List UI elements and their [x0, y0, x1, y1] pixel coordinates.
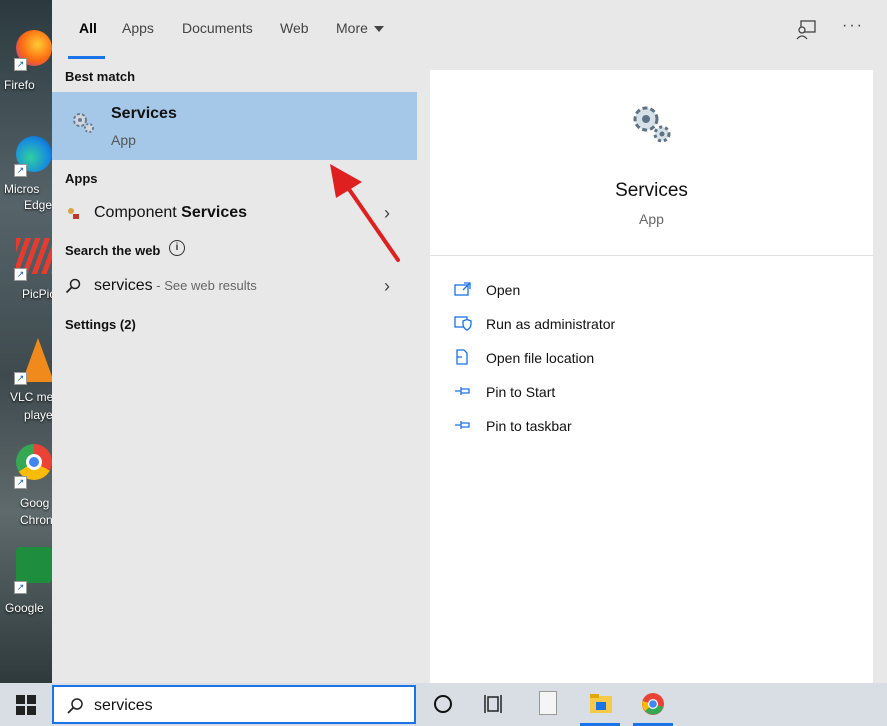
search-icon	[65, 278, 81, 294]
options-ellipsis-icon[interactable]: ···	[842, 17, 864, 35]
action-run-as-admin[interactable]: Run as administrator	[454, 311, 754, 337]
best-match-item[interactable]: Services App	[52, 92, 417, 160]
tab-all[interactable]: All	[79, 20, 97, 36]
action-label: Pin to taskbar	[486, 418, 572, 434]
results-list: Best match Services App Apps Component S…	[52, 59, 417, 683]
annotation-arrow-icon	[330, 164, 400, 262]
file-explorer-icon[interactable]	[589, 693, 613, 715]
best-match-heading: Best match	[65, 69, 136, 84]
desktop-icon-label: Micros	[4, 182, 40, 196]
action-open[interactable]: Open	[454, 277, 754, 303]
best-match-title: Services	[111, 105, 177, 122]
google-sheets-icon	[16, 547, 52, 583]
action-label: Pin to Start	[486, 384, 556, 400]
feedback-icon[interactable]	[795, 19, 817, 41]
desktop-icon-label: Chron	[20, 513, 52, 527]
tab-documents[interactable]: Documents	[182, 20, 253, 36]
folder-location-icon	[456, 349, 468, 365]
shortcut-arrow-icon: ↗	[14, 268, 27, 281]
services-gear-icon	[633, 106, 671, 143]
taskbar	[0, 683, 887, 726]
action-open-file-location[interactable]: Open file location	[454, 345, 754, 371]
desktop-icon-label: Edge	[24, 198, 52, 212]
info-icon[interactable]: i	[169, 240, 185, 256]
tab-web[interactable]: Web	[280, 20, 309, 36]
search-input[interactable]	[94, 695, 394, 717]
web-result-label: services - See web results	[94, 277, 257, 295]
chevron-down-icon	[373, 26, 384, 33]
preview-title: Services	[615, 180, 688, 201]
windows-start-icon[interactable]	[16, 695, 36, 715]
desktop-icon-label: playe	[24, 408, 52, 422]
task-view-icon[interactable]	[484, 693, 504, 715]
component-services-icon	[68, 208, 79, 219]
settings-heading[interactable]: Settings (2)	[65, 317, 136, 332]
desktop-strip: ↗ Firefo ↗ Micros Edge ↗ PicPic ↗ VLC me…	[0, 0, 52, 683]
preview-header: Services App	[430, 70, 873, 256]
chrome-icon[interactable]	[641, 692, 665, 716]
shortcut-arrow-icon: ↗	[14, 372, 27, 385]
action-label: Open file location	[486, 350, 595, 366]
desktop-icon-label: Firefo	[4, 78, 35, 92]
shortcut-arrow-icon: ↗	[14, 581, 27, 594]
open-icon	[454, 282, 471, 296]
apps-heading: Apps	[65, 171, 98, 186]
cortana-icon[interactable]	[434, 695, 452, 713]
chevron-right-icon[interactable]: ›	[384, 276, 390, 297]
search-icon	[67, 698, 83, 714]
desktop-icon-label: Goog	[20, 496, 50, 510]
best-match-subtitle: App	[111, 132, 136, 148]
shortcut-arrow-icon: ↗	[14, 164, 27, 177]
app-result-match: Services	[181, 204, 248, 221]
web-result-term: services	[94, 277, 153, 294]
shortcut-arrow-icon: ↗	[14, 476, 27, 489]
preview-subtitle: App	[639, 211, 664, 227]
file-icon[interactable]	[539, 691, 557, 715]
action-label: Open	[486, 282, 521, 298]
preview-pane: Services App Open Run as administrator O…	[430, 70, 873, 683]
pin-icon	[455, 387, 470, 395]
app-result-prefix: Component	[94, 204, 182, 221]
shortcut-arrow-icon: ↗	[14, 58, 27, 71]
action-pin-to-start[interactable]: Pin to Start	[454, 379, 754, 405]
taskbar-search-box[interactable]	[52, 685, 416, 724]
action-label: Run as administrator	[486, 316, 616, 332]
services-gear-icon	[73, 113, 94, 133]
app-result-label: Component Services	[94, 204, 247, 222]
desktop-icon-label: PicPic	[22, 287, 52, 301]
action-pin-to-taskbar[interactable]: Pin to taskbar	[454, 413, 754, 439]
web-result-hint: - See web results	[152, 278, 257, 293]
pin-icon	[455, 421, 470, 429]
web-result-services[interactable]: services - See web results ›	[52, 270, 417, 302]
desktop-icon-label: Google	[5, 601, 44, 615]
shield-icon	[454, 316, 472, 331]
filter-tabs: All Apps Documents Web More ···	[52, 0, 887, 59]
tab-more[interactable]: More	[336, 20, 384, 36]
chrome-icon	[16, 444, 52, 480]
web-heading: Search the web	[65, 243, 161, 258]
desktop-icon-label: VLC me	[10, 390, 52, 404]
tab-apps[interactable]: Apps	[122, 20, 154, 36]
search-panel: All Apps Documents Web More ··· Best mat…	[52, 0, 887, 683]
tab-more-label: More	[336, 20, 368, 36]
